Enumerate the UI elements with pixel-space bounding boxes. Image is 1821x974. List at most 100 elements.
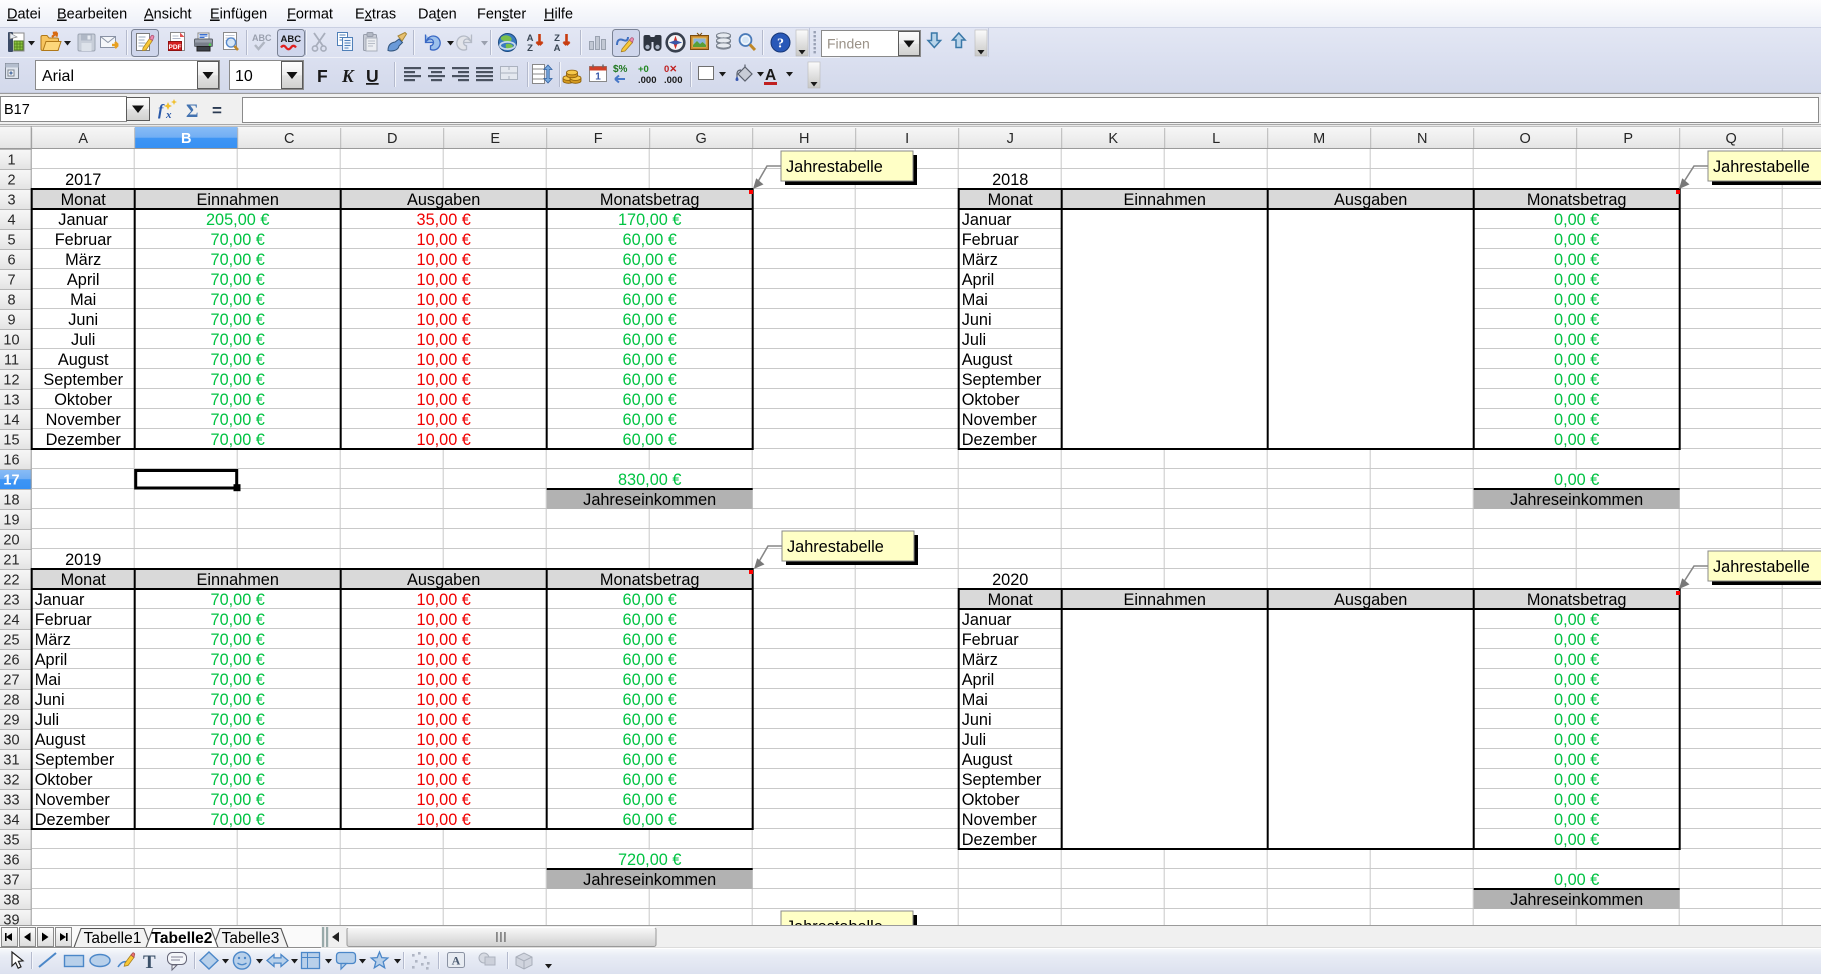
svg-text:10,00 €: 10,00 € bbox=[417, 691, 471, 709]
svg-text:November: November bbox=[962, 811, 1038, 829]
svg-text:25: 25 bbox=[3, 633, 19, 649]
svg-text:Einnahmen: Einnahmen bbox=[1124, 591, 1206, 609]
svg-text:7: 7 bbox=[7, 273, 15, 289]
svg-text:0,00 €: 0,00 € bbox=[1554, 731, 1599, 749]
svg-text:Z: Z bbox=[527, 43, 533, 54]
svg-text:Jahrestabelle: Jahrestabelle bbox=[1713, 158, 1810, 176]
svg-text:10,00 €: 10,00 € bbox=[417, 711, 471, 729]
svg-text:H: H bbox=[799, 131, 809, 147]
svg-text:1: 1 bbox=[595, 72, 601, 83]
svg-text:60,00 €: 60,00 € bbox=[623, 311, 677, 329]
svg-text:2018: 2018 bbox=[992, 171, 1028, 189]
svg-text:35: 35 bbox=[3, 833, 19, 849]
svg-text:Juni: Juni bbox=[35, 691, 65, 709]
svg-text:70,00 €: 70,00 € bbox=[211, 411, 265, 429]
svg-text:+0: +0 bbox=[638, 64, 649, 75]
svg-text:Oktober: Oktober bbox=[962, 391, 1020, 409]
svg-text:Januar: Januar bbox=[58, 211, 108, 229]
svg-text:70,00 €: 70,00 € bbox=[211, 611, 265, 629]
svg-text:0,00 €: 0,00 € bbox=[1554, 371, 1599, 389]
svg-text:Monatsbetrag: Monatsbetrag bbox=[600, 191, 700, 209]
svg-text:60,00 €: 60,00 € bbox=[623, 431, 677, 449]
svg-text:Ausgaben: Ausgaben bbox=[407, 571, 480, 589]
svg-text:34: 34 bbox=[3, 813, 19, 829]
svg-text:830,00 €: 830,00 € bbox=[618, 471, 681, 489]
svg-text:70,00 €: 70,00 € bbox=[211, 591, 265, 609]
svg-text:9: 9 bbox=[7, 313, 15, 329]
svg-text:D: D bbox=[387, 131, 397, 147]
svg-text:Q: Q bbox=[1726, 131, 1737, 147]
svg-text:Dezember: Dezember bbox=[962, 431, 1038, 449]
svg-text:April: April bbox=[67, 271, 100, 289]
svg-text:70,00 €: 70,00 € bbox=[211, 771, 265, 789]
svg-text:14: 14 bbox=[3, 413, 19, 429]
svg-text:0,00 €: 0,00 € bbox=[1554, 211, 1599, 229]
svg-text:720,00 €: 720,00 € bbox=[618, 851, 681, 869]
svg-text:22: 22 bbox=[3, 573, 19, 589]
svg-text:70,00 €: 70,00 € bbox=[211, 791, 265, 809]
svg-text:Juli: Juli bbox=[35, 711, 59, 729]
svg-text:x: x bbox=[165, 109, 172, 121]
svg-text:60,00 €: 60,00 € bbox=[623, 371, 677, 389]
svg-text:Januar: Januar bbox=[962, 611, 1012, 629]
svg-text:0,00 €: 0,00 € bbox=[1554, 351, 1599, 369]
svg-text:60,00 €: 60,00 € bbox=[623, 671, 677, 689]
svg-text:10,00 €: 10,00 € bbox=[417, 311, 471, 329]
svg-text:60,00 €: 60,00 € bbox=[623, 351, 677, 369]
svg-text:10,00 €: 10,00 € bbox=[417, 611, 471, 629]
svg-text:Jahreseinkommen: Jahreseinkommen bbox=[1510, 891, 1643, 909]
svg-text:Februar: Februar bbox=[35, 611, 93, 629]
svg-text:0,00 €: 0,00 € bbox=[1554, 871, 1599, 889]
svg-text:6: 6 bbox=[7, 253, 15, 269]
svg-text:29: 29 bbox=[3, 713, 19, 729]
svg-text:70,00 €: 70,00 € bbox=[211, 251, 265, 269]
svg-text:10,00 €: 10,00 € bbox=[417, 331, 471, 349]
svg-text:0,00 €: 0,00 € bbox=[1554, 431, 1599, 449]
svg-text:Mai: Mai bbox=[35, 671, 61, 689]
svg-text:März: März bbox=[65, 251, 101, 269]
svg-text:70,00 €: 70,00 € bbox=[211, 651, 265, 669]
svg-text:70,00 €: 70,00 € bbox=[211, 671, 265, 689]
svg-text:10,00 €: 10,00 € bbox=[417, 811, 471, 829]
svg-text:28: 28 bbox=[3, 693, 19, 709]
svg-text:26: 26 bbox=[3, 653, 19, 669]
svg-text:Monatsbetrag: Monatsbetrag bbox=[1527, 191, 1627, 209]
svg-text:60,00 €: 60,00 € bbox=[623, 711, 677, 729]
svg-text:70,00 €: 70,00 € bbox=[211, 811, 265, 829]
svg-text:0,00 €: 0,00 € bbox=[1554, 751, 1599, 769]
svg-text:Daten: Daten bbox=[418, 7, 457, 23]
svg-text:U: U bbox=[366, 66, 379, 86]
svg-text:0,00 €: 0,00 € bbox=[1554, 311, 1599, 329]
svg-text:T: T bbox=[143, 952, 156, 973]
svg-text:10,00 €: 10,00 € bbox=[417, 631, 471, 649]
svg-text:Mai: Mai bbox=[962, 691, 988, 709]
svg-text:A: A bbox=[554, 43, 561, 54]
svg-text:F: F bbox=[594, 131, 603, 147]
svg-text:Ausgaben: Ausgaben bbox=[1334, 191, 1407, 209]
svg-text:10: 10 bbox=[3, 333, 19, 349]
svg-text:Juli: Juli bbox=[962, 731, 986, 749]
svg-text:Februar: Februar bbox=[962, 631, 1020, 649]
svg-text:$%: $% bbox=[613, 64, 628, 75]
svg-text:70,00 €: 70,00 € bbox=[211, 231, 265, 249]
svg-text:60,00 €: 60,00 € bbox=[623, 391, 677, 409]
svg-text:0,00 €: 0,00 € bbox=[1554, 831, 1599, 849]
svg-text:Juli: Juli bbox=[71, 331, 95, 349]
svg-text:Jahrestabelle: Jahrestabelle bbox=[1713, 558, 1810, 576]
svg-text:November: November bbox=[46, 411, 122, 429]
svg-text:Einnahmen: Einnahmen bbox=[197, 191, 279, 209]
svg-text:4: 4 bbox=[7, 213, 15, 229]
svg-text:60,00 €: 60,00 € bbox=[623, 631, 677, 649]
svg-text:August: August bbox=[962, 351, 1013, 369]
svg-text:5: 5 bbox=[7, 233, 15, 249]
svg-text:September: September bbox=[962, 771, 1042, 789]
svg-text:11: 11 bbox=[4, 353, 19, 369]
svg-text:Σ: Σ bbox=[186, 101, 198, 122]
svg-text:70,00 €: 70,00 € bbox=[211, 331, 265, 349]
svg-text:September: September bbox=[43, 371, 123, 389]
svg-text:ABC: ABC bbox=[252, 33, 272, 43]
svg-text:Format: Format bbox=[287, 7, 333, 23]
svg-text:10,00 €: 10,00 € bbox=[417, 591, 471, 609]
svg-text:10,00 €: 10,00 € bbox=[417, 231, 471, 249]
svg-text:70,00 €: 70,00 € bbox=[211, 731, 265, 749]
